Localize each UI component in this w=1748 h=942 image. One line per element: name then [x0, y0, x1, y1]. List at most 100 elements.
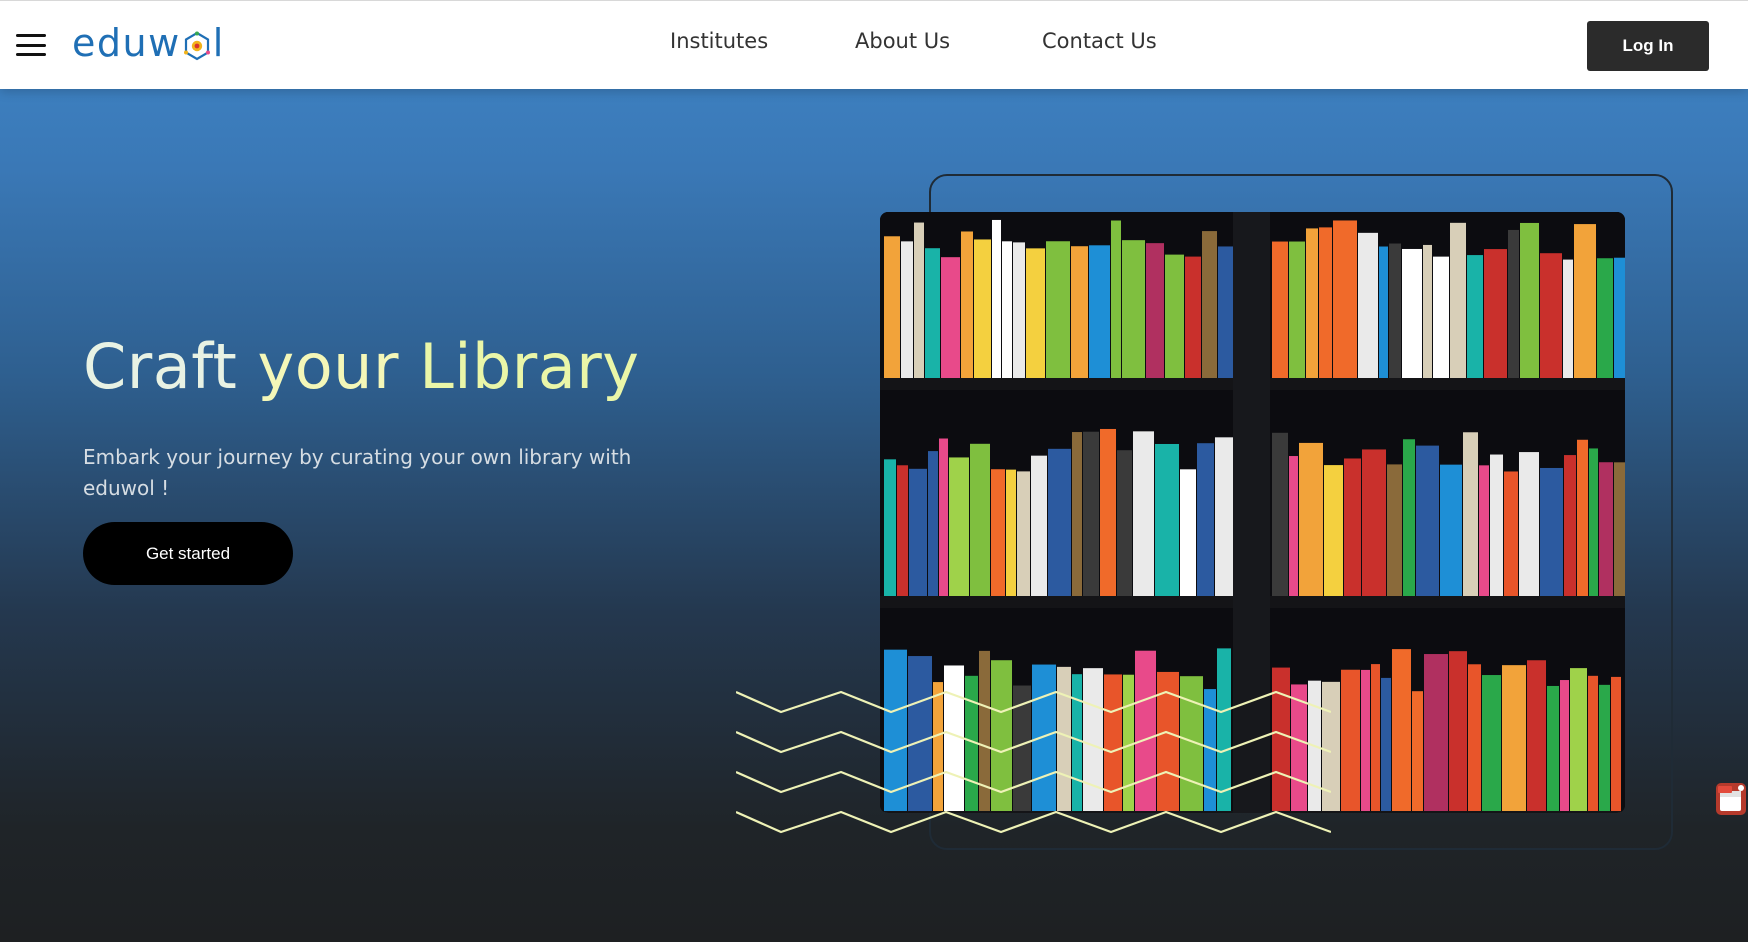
book-spine: [1165, 254, 1184, 380]
book-spine: [1319, 227, 1332, 380]
book-spine: [901, 241, 913, 380]
book-spine: [1416, 445, 1439, 598]
book-spine: [1072, 432, 1082, 598]
book-spine: [1324, 465, 1343, 598]
book-spine: [1341, 669, 1360, 813]
book-spine: [1508, 229, 1519, 380]
zigzag-decoration: [736, 690, 1331, 834]
book-spine: [1389, 243, 1401, 380]
book-spine: [1289, 241, 1305, 380]
book-spine: [1614, 257, 1625, 380]
nav-link-about-us[interactable]: About Us: [855, 29, 950, 53]
book-spine: [1017, 471, 1030, 598]
book-spine: [914, 222, 924, 380]
book-spine: [1540, 467, 1563, 598]
book-spine: [1463, 432, 1478, 598]
book-spine: [1333, 220, 1357, 380]
book-spine: [1467, 255, 1483, 380]
book-spine: [1502, 665, 1526, 813]
book-spine: [1520, 222, 1539, 380]
book-spine: [1155, 443, 1179, 598]
book-spine: [1026, 248, 1045, 380]
book-spine: [1599, 462, 1613, 598]
book-spine: [1117, 450, 1132, 598]
book-spine: [1597, 258, 1613, 380]
book-spine: [1362, 449, 1386, 598]
book-spine: [1013, 242, 1025, 380]
nav-link-institutes[interactable]: Institutes: [670, 29, 768, 53]
book-spine: [1111, 220, 1121, 380]
book-spine: [1423, 244, 1432, 380]
top-navbar: edu w l Institutes About Us Contact Us Lo…: [0, 0, 1748, 89]
get-started-button[interactable]: Get started: [83, 522, 293, 585]
book-spine: [884, 459, 896, 598]
book-spine: [1344, 458, 1361, 598]
book-spine: [961, 231, 973, 380]
book-spine: [1218, 246, 1233, 380]
book-spine: [1482, 675, 1501, 813]
pdf-icon[interactable]: [1716, 783, 1746, 815]
book-spine: [1519, 452, 1539, 598]
book-spine: [928, 451, 938, 598]
book-spine: [1122, 240, 1145, 380]
book-spine: [1048, 448, 1071, 598]
book-spine: [897, 465, 908, 598]
book-spine: [884, 236, 900, 380]
hero-title-word-1: Craft: [83, 330, 238, 403]
book-spine: [925, 248, 940, 380]
book-spine: [1540, 253, 1562, 380]
book-spine: [1402, 248, 1422, 380]
book-spine: [1440, 464, 1462, 598]
book-spine: [1379, 246, 1388, 380]
book-spine: [1146, 243, 1164, 380]
book-spine: [1560, 680, 1569, 813]
nav-link-contact-us[interactable]: Contact Us: [1042, 29, 1157, 53]
book-spine: [1197, 443, 1214, 598]
book-spine: [1306, 228, 1318, 380]
book-spine: [1564, 455, 1576, 598]
book-spine: [1185, 256, 1201, 380]
hero-title: Craft your Library: [83, 330, 639, 403]
book-spine: [909, 468, 927, 598]
book-spine: [1392, 649, 1411, 813]
hero-title-word-3: Library: [419, 330, 640, 403]
book-spine: [1577, 439, 1588, 598]
book-spine: [1527, 660, 1546, 813]
book-spine: [1006, 469, 1016, 598]
book-spine: [1272, 432, 1288, 598]
book-spine: [1449, 651, 1467, 813]
book-spine: [1358, 232, 1378, 380]
book-spine: [1450, 222, 1466, 380]
book-spine: [1563, 259, 1573, 380]
book-spine: [974, 239, 991, 380]
book-spine: [992, 219, 1001, 380]
book-spine: [1611, 676, 1621, 813]
book-spine: [1180, 469, 1196, 598]
book-spine: [970, 443, 990, 598]
book-spine: [1272, 241, 1288, 380]
book-spine: [1299, 442, 1323, 598]
book-spine: [1424, 654, 1448, 813]
book-spine: [1588, 675, 1598, 813]
book-spine: [1479, 465, 1489, 598]
book-spine: [1403, 439, 1415, 598]
login-button[interactable]: Log In: [1587, 21, 1709, 71]
book-spine: [1133, 431, 1154, 598]
book-spine: [949, 457, 969, 598]
book-spine: [1381, 677, 1391, 813]
book-spine: [939, 438, 948, 598]
book-spine: [1361, 669, 1370, 813]
book-spine: [1490, 454, 1503, 598]
book-spine: [1484, 249, 1507, 380]
book-spine: [1599, 684, 1610, 813]
hero-subtitle: Embark your journey by curating your own…: [83, 445, 632, 500]
book-spine: [1504, 471, 1518, 598]
book-spine: [1412, 691, 1423, 813]
book-spine: [1083, 431, 1099, 598]
book-spine: [1574, 224, 1596, 380]
book-spine: [1570, 668, 1587, 813]
book-spine: [1387, 464, 1402, 598]
book-spine: [1031, 455, 1047, 598]
book-spine: [1468, 664, 1481, 813]
book-spine: [1614, 462, 1625, 598]
